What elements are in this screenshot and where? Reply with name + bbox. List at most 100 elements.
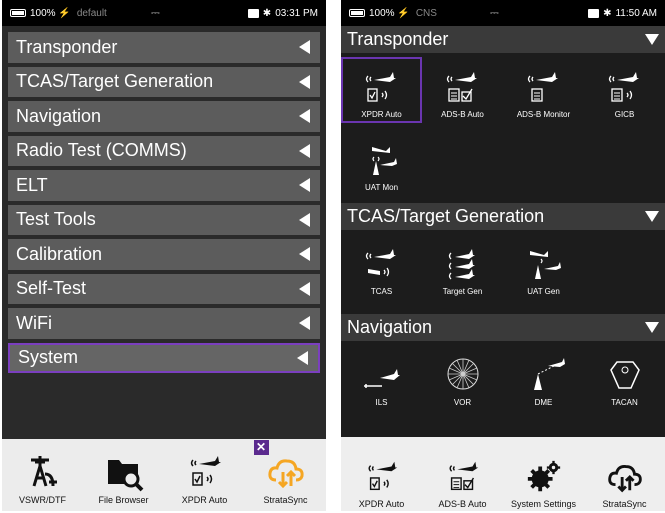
tile-uat-mon[interactable]: UAT Mon bbox=[341, 130, 422, 196]
dock-label: StrataSync bbox=[263, 495, 308, 505]
antenna-icon bbox=[30, 456, 57, 487]
profile-name: default bbox=[76, 7, 107, 19]
dock-label: ADS-B Auto bbox=[438, 499, 487, 509]
section-header-transponder[interactable]: Transponder bbox=[341, 26, 665, 53]
menu-item-tcas[interactable]: TCAS/Target Generation bbox=[8, 66, 320, 97]
expand-arrow-icon bbox=[299, 74, 310, 89]
right-device-screen: 100% ⚡ CNS ⎓ ✱ 11:50 AM Transponder XPDR… bbox=[341, 0, 665, 511]
battery-level: 100% bbox=[369, 7, 395, 19]
tile-label: UAT Gen bbox=[527, 287, 560, 296]
menu-item-elt[interactable]: ELT bbox=[8, 170, 320, 201]
expand-arrow-icon bbox=[299, 212, 310, 227]
tile-uat-gen[interactable]: UAT Gen bbox=[503, 234, 584, 300]
tcas-icon bbox=[365, 249, 396, 277]
dock-label: XPDR Auto bbox=[181, 495, 228, 505]
vor-icon bbox=[447, 358, 478, 390]
dock-label: File Browser bbox=[98, 495, 149, 505]
menu-item-label: Test Tools bbox=[16, 209, 96, 230]
clock: 03:31 PM bbox=[275, 7, 318, 19]
adsb-auto-icon bbox=[446, 72, 477, 102]
charging-icon: ⚡ bbox=[55, 7, 71, 19]
menu-item-navigation[interactable]: Navigation bbox=[8, 101, 320, 132]
tacan-icon bbox=[609, 361, 640, 389]
menu-item-label: ELT bbox=[16, 174, 48, 195]
dock-xpdr-auto[interactable]: XPDR Auto bbox=[342, 458, 422, 509]
expand-arrow-icon bbox=[299, 281, 310, 296]
battery-icon bbox=[10, 9, 26, 17]
dock-stratasync[interactable]: ✕ StrataSync bbox=[246, 440, 326, 505]
ils-icon bbox=[363, 369, 400, 388]
tile-dme[interactable]: DME bbox=[503, 345, 584, 411]
status-bar: 100% ⚡ default ⎓ ✱ 03:31 PM bbox=[2, 0, 326, 26]
menu-item-system[interactable]: System bbox=[8, 342, 320, 373]
section-title: Transponder bbox=[347, 29, 449, 49]
dock-label: VSWR/DTF bbox=[19, 495, 66, 505]
cloud-sync-icon bbox=[267, 459, 304, 489]
shortcut-dock: XPDR Auto ADS-B Auto System Settings Str… bbox=[341, 437, 665, 511]
tile-tacan[interactable]: TACAN bbox=[584, 345, 665, 411]
tile-ils[interactable]: ILS bbox=[341, 345, 422, 411]
menu-item-label: System bbox=[18, 347, 79, 368]
close-icon[interactable]: ✕ bbox=[253, 440, 269, 455]
tile-label: UAT Mon bbox=[364, 183, 399, 192]
navigation-tiles: ILS VOR DME TACAN bbox=[341, 341, 665, 421]
dme-icon bbox=[533, 358, 565, 390]
dock-system-settings[interactable]: System Settings bbox=[504, 458, 584, 509]
menu-item-label: Calibration bbox=[16, 243, 103, 264]
target-gen-icon bbox=[448, 249, 475, 280]
tile-label: TACAN bbox=[611, 398, 638, 407]
gicb-icon bbox=[608, 72, 639, 102]
dock-vswr-dtf[interactable]: VSWR/DTF bbox=[3, 452, 83, 505]
section-header-navigation[interactable]: Navigation bbox=[341, 314, 665, 341]
tile-xpdr-auto[interactable]: XPDR Auto bbox=[341, 57, 422, 123]
dock-label: XPDR Auto bbox=[358, 499, 405, 509]
menu-item-transponder[interactable]: Transponder bbox=[8, 32, 320, 63]
dock-adsb-auto[interactable]: ADS-B Auto bbox=[423, 458, 503, 509]
section-title: TCAS/Target Generation bbox=[347, 206, 545, 226]
expand-arrow-icon bbox=[299, 109, 310, 124]
clock: 11:50 AM bbox=[615, 7, 657, 19]
tcas-tiles: TCAS Target Gen UAT Gen bbox=[341, 230, 665, 314]
bluetooth-icon: ✱ bbox=[603, 7, 612, 19]
collapse-arrow-icon bbox=[645, 322, 659, 333]
expand-arrow-icon bbox=[297, 350, 308, 365]
menu-item-wifi[interactable]: WiFi bbox=[8, 308, 320, 339]
menu-item-calibration[interactable]: Calibration bbox=[8, 239, 320, 270]
tile-adsb-auto[interactable]: ADS-B Auto bbox=[422, 57, 503, 123]
adsb-auto-icon bbox=[448, 461, 478, 491]
gears-icon bbox=[527, 460, 560, 492]
tile-label: ILS bbox=[375, 398, 388, 407]
menu-item-test-tools[interactable]: Test Tools bbox=[8, 204, 320, 235]
menu-item-self-test[interactable]: Self-Test bbox=[8, 273, 320, 304]
tile-tcas[interactable]: TCAS bbox=[341, 234, 422, 300]
expand-arrow-icon bbox=[299, 178, 310, 193]
uat-gen-icon bbox=[529, 251, 561, 279]
tile-adsb-monitor[interactable]: ADS-B Monitor bbox=[503, 57, 584, 123]
tile-label: DME bbox=[534, 398, 553, 407]
dock-file-browser[interactable]: File Browser bbox=[84, 452, 164, 505]
tile-vor[interactable]: VOR bbox=[422, 345, 503, 411]
dock-stratasync[interactable]: StrataSync bbox=[585, 458, 665, 509]
tile-target-gen[interactable]: Target Gen bbox=[422, 234, 503, 300]
transponder-icon bbox=[365, 72, 396, 102]
usb-icon: ⎓ bbox=[490, 6, 499, 19]
cloud-sync-icon bbox=[607, 465, 642, 493]
dock-label: System Settings bbox=[510, 499, 577, 509]
tile-gicb[interactable]: GICB bbox=[584, 57, 665, 123]
transponder-icon bbox=[367, 461, 397, 491]
dock-xpdr-auto[interactable]: XPDR Auto bbox=[165, 452, 245, 505]
section-header-tcas[interactable]: TCAS/Target Generation bbox=[341, 203, 665, 230]
adsb-monitor-icon bbox=[527, 72, 558, 102]
tile-label: GICB bbox=[614, 110, 635, 119]
menu-item-label: Transponder bbox=[16, 36, 118, 57]
expand-arrow-icon bbox=[299, 143, 310, 158]
menu-item-label: Radio Test (COMMS) bbox=[16, 140, 187, 161]
expand-arrow-icon bbox=[299, 40, 310, 55]
menu-item-radio-test[interactable]: Radio Test (COMMS) bbox=[8, 135, 320, 166]
uat-monitor-icon bbox=[371, 147, 397, 175]
menu-item-label: Self-Test bbox=[16, 278, 87, 299]
tile-label: ADS-B Monitor bbox=[516, 110, 571, 119]
menu-item-label: WiFi bbox=[16, 312, 52, 333]
tile-label: TCAS bbox=[370, 287, 393, 296]
section-title: Navigation bbox=[347, 317, 433, 337]
